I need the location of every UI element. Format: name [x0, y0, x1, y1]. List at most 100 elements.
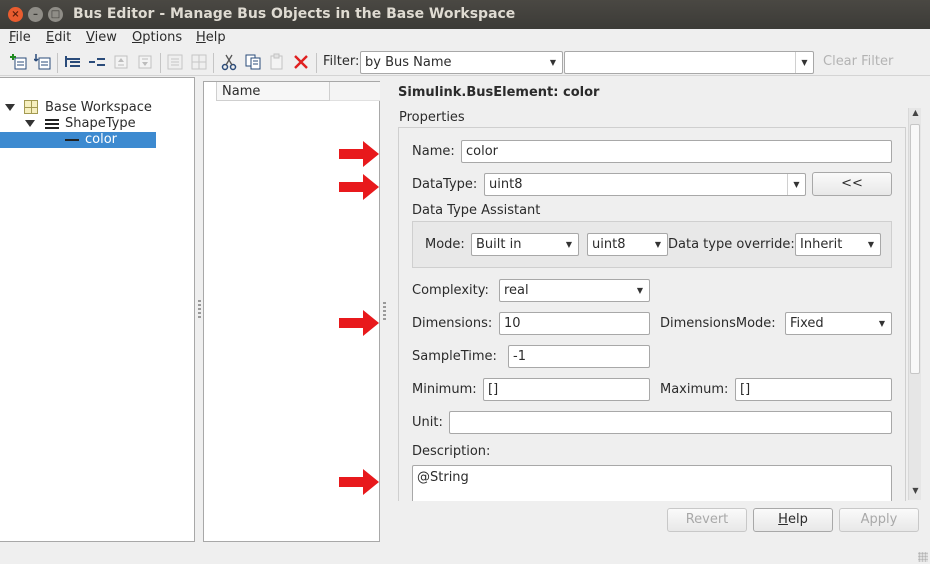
menu-file-label: ile	[15, 30, 31, 45]
chevron-down-icon: ▼	[878, 319, 886, 328]
menu-view-label: iew	[94, 30, 117, 45]
sampletime-label: SampleTime:	[412, 349, 497, 364]
menu-options-label: ptions	[142, 30, 183, 45]
properties-section-label: Properties	[399, 110, 465, 125]
properties-title: Simulink.BusElement: color	[398, 85, 600, 100]
move-up-icon	[112, 53, 130, 71]
tree-node-base-workspace[interactable]	[5, 100, 15, 116]
paste-icon	[268, 53, 286, 71]
menu-options-mnemonic: O	[132, 30, 143, 45]
help-button[interactable]: Help	[753, 508, 833, 532]
toolbar-separator	[160, 53, 161, 73]
column-header-name[interactable]: Name	[216, 82, 330, 101]
bus-hierarchy-tree[interactable]: Base Workspace ShapeType color	[0, 77, 195, 542]
filter-by-dropdown[interactable]: by Bus Name ▼	[360, 51, 563, 74]
maximum-field[interactable]: []	[735, 378, 892, 401]
toolbar-separator	[316, 53, 317, 73]
scrollbar-thumb[interactable]	[910, 124, 920, 374]
chevron-down-icon: ▼	[549, 58, 557, 67]
tree-node-label[interactable]: Base Workspace	[45, 100, 152, 116]
annotation-arrow-icon	[339, 469, 379, 495]
toolbar-separator	[57, 53, 58, 73]
menu-view[interactable]: View	[86, 30, 117, 45]
filter-by-value: by Bus Name	[365, 55, 452, 70]
minimum-label: Minimum:	[412, 382, 477, 397]
menu-help[interactable]: Help	[196, 30, 226, 45]
properties-scrollbar[interactable]: ▲ ▼	[908, 108, 921, 500]
title-bar: × – □ Bus Editor - Manage Bus Objects in…	[0, 0, 930, 29]
cut-icon[interactable]	[220, 53, 238, 71]
tree-node-shapetype[interactable]	[25, 116, 35, 132]
datatype-combo[interactable]: uint8 ▼	[484, 173, 806, 196]
override-dropdown[interactable]: Inherit ▼	[795, 233, 881, 256]
annotation-arrow-icon	[339, 141, 379, 167]
help-button-mnemonic: H	[778, 512, 788, 527]
bus-connector-icon	[166, 53, 184, 71]
builtin-type-dropdown[interactable]: uint8 ▼	[587, 233, 668, 256]
toolbar: Filter: by Bus Name ▼ ▼ Clear Filter	[0, 49, 930, 76]
menu-file[interactable]: File	[9, 30, 31, 45]
builtin-type-value: uint8	[592, 237, 626, 252]
resize-grip[interactable]	[918, 552, 928, 562]
scroll-up-icon[interactable]: ▲	[909, 108, 922, 117]
data-type-assistant-toggle-button[interactable]: <<	[812, 172, 892, 196]
window-minimize-button[interactable]: –	[28, 7, 43, 22]
chevron-down-icon[interactable]: ▼	[795, 52, 813, 73]
filter-text-combo[interactable]: ▼	[564, 51, 814, 74]
complexity-label: Complexity:	[412, 283, 489, 298]
revert-button: Revert	[667, 508, 747, 532]
menu-edit-mnemonic: E	[46, 30, 55, 45]
window-title: Bus Editor - Manage Bus Objects in the B…	[73, 6, 516, 22]
unit-label: Unit:	[412, 415, 443, 430]
chevron-down-icon[interactable]: ▼	[787, 174, 805, 195]
name-label: Name:	[412, 144, 455, 159]
menu-bar: File Edit View Options Help	[0, 29, 930, 49]
move-down-icon	[136, 53, 154, 71]
scroll-down-icon[interactable]: ▼	[909, 486, 922, 495]
menu-edit[interactable]: Edit	[46, 30, 71, 45]
name-field[interactable]: color	[461, 140, 892, 163]
window-close-button[interactable]: ×	[8, 7, 23, 22]
copy-icon[interactable]	[244, 53, 262, 71]
bus-object-icon	[45, 119, 59, 129]
workspace-icon	[24, 100, 38, 114]
tree-node-color[interactable]: color	[85, 132, 117, 148]
datatype-label: DataType:	[412, 177, 478, 192]
create-element-icon[interactable]	[88, 53, 106, 71]
dimensions-label: Dimensions:	[412, 316, 493, 331]
menu-help-mnemonic: H	[196, 30, 206, 45]
add-bus-icon[interactable]	[10, 53, 28, 71]
sampletime-field[interactable]: -1	[508, 345, 650, 368]
dimensions-mode-value: Fixed	[790, 316, 824, 331]
mode-dropdown[interactable]: Built in ▼	[471, 233, 579, 256]
toolbar-separator	[213, 53, 214, 73]
mode-value: Built in	[476, 237, 522, 252]
description-label: Description:	[412, 444, 491, 459]
dimensions-mode-dropdown[interactable]: Fixed ▼	[785, 312, 892, 335]
mode-label: Mode:	[425, 237, 465, 252]
expand-triangle-icon[interactable]	[25, 120, 35, 127]
insert-element-icon[interactable]	[64, 53, 82, 71]
menu-options[interactable]: Options	[132, 30, 182, 45]
window-maximize-button[interactable]: □	[48, 7, 63, 22]
annotation-arrow-icon	[339, 310, 379, 336]
help-button-label: elp	[787, 512, 808, 527]
filter-label: Filter:	[323, 54, 360, 69]
dimensions-mode-label: DimensionsMode:	[660, 316, 776, 331]
unit-field[interactable]	[449, 411, 892, 434]
menu-edit-label: dit	[54, 30, 72, 45]
add-bus-below-icon[interactable]	[33, 53, 52, 71]
delete-icon[interactable]	[292, 53, 310, 71]
menu-help-label: elp	[205, 30, 226, 45]
description-textarea[interactable]: @String	[412, 465, 892, 501]
splitter-handle[interactable]	[383, 302, 386, 320]
expand-triangle-icon[interactable]	[5, 104, 15, 111]
tree-node-label[interactable]: ShapeType	[65, 116, 136, 132]
dimensions-field[interactable]: 10	[499, 312, 650, 335]
bus-element-icon	[65, 139, 79, 141]
menu-view-mnemonic: V	[86, 30, 95, 45]
minimum-field[interactable]: []	[483, 378, 650, 401]
bus-grid-icon	[190, 53, 208, 71]
complexity-dropdown[interactable]: real ▼	[499, 279, 650, 302]
splitter-handle[interactable]	[198, 300, 201, 318]
